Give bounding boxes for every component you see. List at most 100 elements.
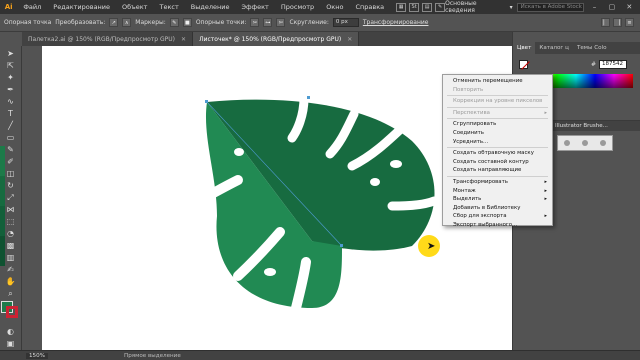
cut-path-icon[interactable]: ✄: [276, 18, 286, 27]
anchor-point: [307, 96, 310, 99]
brush-library[interactable]: [557, 135, 613, 151]
hex-label: #: [591, 61, 597, 68]
chevron-down-icon[interactable]: ▾: [510, 4, 513, 11]
context-menu-item[interactable]: Монтаж ▸: [443, 187, 552, 196]
context-menu-item-label: Усреднить...: [453, 138, 489, 145]
context-menu-item[interactable]: Создать составной контур: [443, 158, 552, 167]
brushes-panel-title[interactable]: Illustrator Brushe...: [553, 121, 640, 131]
tab-color-guide[interactable]: Каталог ц: [535, 45, 573, 51]
context-menu-item[interactable]: Добавить в Библиотеку: [443, 204, 552, 213]
corner-radius-field[interactable]: 0 px: [332, 18, 359, 27]
context-menu-item[interactable]: Соединить: [443, 129, 552, 138]
menu-select[interactable]: Выделение: [185, 3, 236, 11]
tab-palette[interactable]: Палетка2.ai @ 150% (RGB/Предпросмотр GPU…: [22, 32, 194, 46]
menu-view[interactable]: Просмотр: [275, 3, 320, 11]
menu-edit[interactable]: Редактирование: [47, 3, 116, 11]
rectangle-tool-icon[interactable]: ▭: [3, 132, 18, 143]
context-menu-item[interactable]: Экспорт выбранного...: [443, 221, 552, 230]
magic-wand-icon[interactable]: ✦: [3, 72, 18, 83]
show-handles-icon[interactable]: ✎: [169, 18, 179, 27]
close-icon[interactable]: ✕: [623, 3, 636, 11]
hide-handles-icon[interactable]: ■: [182, 18, 192, 27]
leaf-hole: [234, 148, 244, 156]
brush-sample[interactable]: [564, 140, 570, 146]
selection-tool-icon[interactable]: ➤: [3, 48, 18, 59]
convert-corner-icon[interactable]: ∧: [122, 18, 132, 27]
gradient-tool-icon[interactable]: ▥: [3, 252, 18, 263]
stock-search-input[interactable]: Искать в Adobe Stock: [516, 2, 584, 12]
canvas[interactable]: [22, 46, 512, 350]
type-tool-icon[interactable]: T: [3, 108, 18, 119]
minimize-icon[interactable]: –: [588, 3, 601, 11]
align-center-icon[interactable]: ▕: [613, 18, 622, 27]
stock-icon[interactable]: St: [409, 2, 420, 12]
mesh-tool-icon[interactable]: ▩: [3, 240, 18, 251]
context-menu-item[interactable]: Отменить перемещение: [443, 77, 552, 86]
close-icon[interactable]: ✕: [181, 36, 186, 43]
arrange-icon[interactable]: ▤: [422, 2, 433, 12]
curvature-tool-icon[interactable]: ∿: [3, 96, 18, 107]
maximize-icon[interactable]: ▢: [605, 3, 618, 11]
eyedropper-tool-icon[interactable]: ✍: [3, 264, 18, 275]
mouse-cursor-icon: ➤: [427, 241, 436, 252]
menu-help[interactable]: Справка: [349, 3, 390, 11]
draw-mode-icon[interactable]: ◐: [3, 326, 18, 337]
zoom-level[interactable]: 150%: [26, 352, 48, 359]
connect-anchor-icon[interactable]: ⊶: [263, 18, 273, 27]
context-menu-item[interactable]: Создать обтравочную маску: [443, 149, 552, 158]
rotate-tool-icon[interactable]: ↻: [3, 180, 18, 191]
menu-separator: [447, 175, 548, 177]
convert-smooth-icon[interactable]: ↗: [109, 18, 119, 27]
screen-mode-icon[interactable]: ▣: [3, 338, 18, 349]
menu-type[interactable]: Текст: [153, 3, 184, 11]
context-menu-item[interactable]: Усреднить...: [443, 138, 552, 147]
menu-window[interactable]: Окно: [320, 3, 349, 11]
shape-builder-icon[interactable]: ◔: [3, 228, 18, 239]
context-menu-item[interactable]: Сгруппировать: [443, 120, 552, 129]
width-tool-icon[interactable]: ⋈: [3, 204, 18, 215]
hand-tool-icon[interactable]: ✋: [3, 276, 18, 287]
line-tool-icon[interactable]: ╱: [3, 120, 18, 131]
menu-effect[interactable]: Эффект: [235, 3, 274, 11]
brushes-panel: Illustrator Brushe...: [553, 120, 640, 190]
brush-sample[interactable]: [582, 140, 588, 146]
shaper-tool-icon[interactable]: ✐: [3, 156, 18, 167]
tab-color-themes[interactable]: Темы Colo: [573, 45, 611, 51]
context-menu-item[interactable]: Сбор для экспорта ▸: [443, 212, 552, 221]
pen-tool-icon[interactable]: ✒: [3, 84, 18, 95]
direct-selection-tool-icon[interactable]: ⇱: [3, 60, 18, 71]
brush-mode-icon[interactable]: ✎: [435, 2, 446, 12]
context-menu: Отменить перемещение Повторить Коррекция н…: [442, 74, 553, 228]
workspace-switcher[interactable]: Основные сведения: [445, 0, 505, 14]
leaf-hole: [390, 160, 402, 168]
context-menu-item-label: Коррекция на уровне пикселов: [453, 98, 543, 105]
menu-separator: [447, 147, 548, 149]
layout-icon[interactable]: ▦: [396, 2, 407, 12]
scale-tool-icon[interactable]: ⤢: [3, 192, 18, 203]
context-menu-item[interactable]: Создать направляющие: [443, 166, 552, 175]
menu-file[interactable]: Файл: [17, 3, 47, 11]
close-icon[interactable]: ✕: [347, 36, 352, 43]
zoom-tool-icon[interactable]: ⌕: [3, 288, 18, 299]
context-menu-item-label: Перспектива: [453, 109, 490, 116]
tab-color[interactable]: Цвет: [513, 42, 536, 54]
none-swatch-icon[interactable]: [519, 60, 528, 69]
palette-strip: [0, 146, 5, 176]
leaf-slot: [387, 196, 439, 211]
paintbrush-tool-icon[interactable]: ✎: [3, 144, 18, 155]
tab-leaf[interactable]: Листочек* @ 150% (RGB/Предпросмотр GPU) …: [193, 32, 360, 46]
remove-anchor-icon[interactable]: ✂: [250, 18, 260, 27]
panel-menu-icon[interactable]: ≡: [625, 18, 634, 27]
context-menu-item[interactable]: Трансформировать ▸: [443, 178, 552, 187]
context-menu-item-label: Выделить: [453, 196, 482, 203]
transform-link[interactable]: Трансформирование: [363, 19, 429, 26]
document-tabs: Палетка2.ai @ 150% (RGB/Предпросмотр GPU…: [22, 32, 512, 46]
stroke-swatch[interactable]: [6, 306, 18, 318]
align-left-icon[interactable]: ▏: [601, 18, 610, 27]
context-menu-item[interactable]: Выделить ▸: [443, 195, 552, 204]
menu-object[interactable]: Объект: [116, 3, 153, 11]
hex-input[interactable]: 187542: [599, 60, 628, 69]
eraser-tool-icon[interactable]: ◫: [3, 168, 18, 179]
brush-sample[interactable]: [600, 140, 606, 146]
free-transform-icon[interactable]: ⬚: [3, 216, 18, 227]
